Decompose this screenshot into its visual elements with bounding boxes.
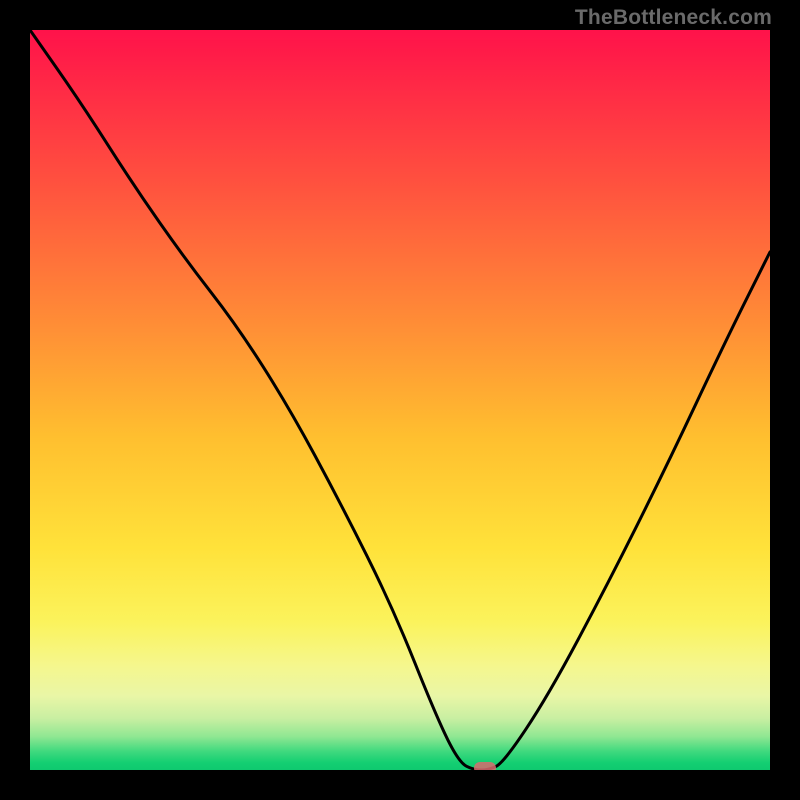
chart-frame: TheBottleneck.com: [0, 0, 800, 800]
watermark-text: TheBottleneck.com: [575, 6, 772, 30]
bottleneck-curve: [30, 30, 770, 770]
optimal-point-marker: [474, 762, 496, 770]
plot-area: [30, 30, 770, 770]
